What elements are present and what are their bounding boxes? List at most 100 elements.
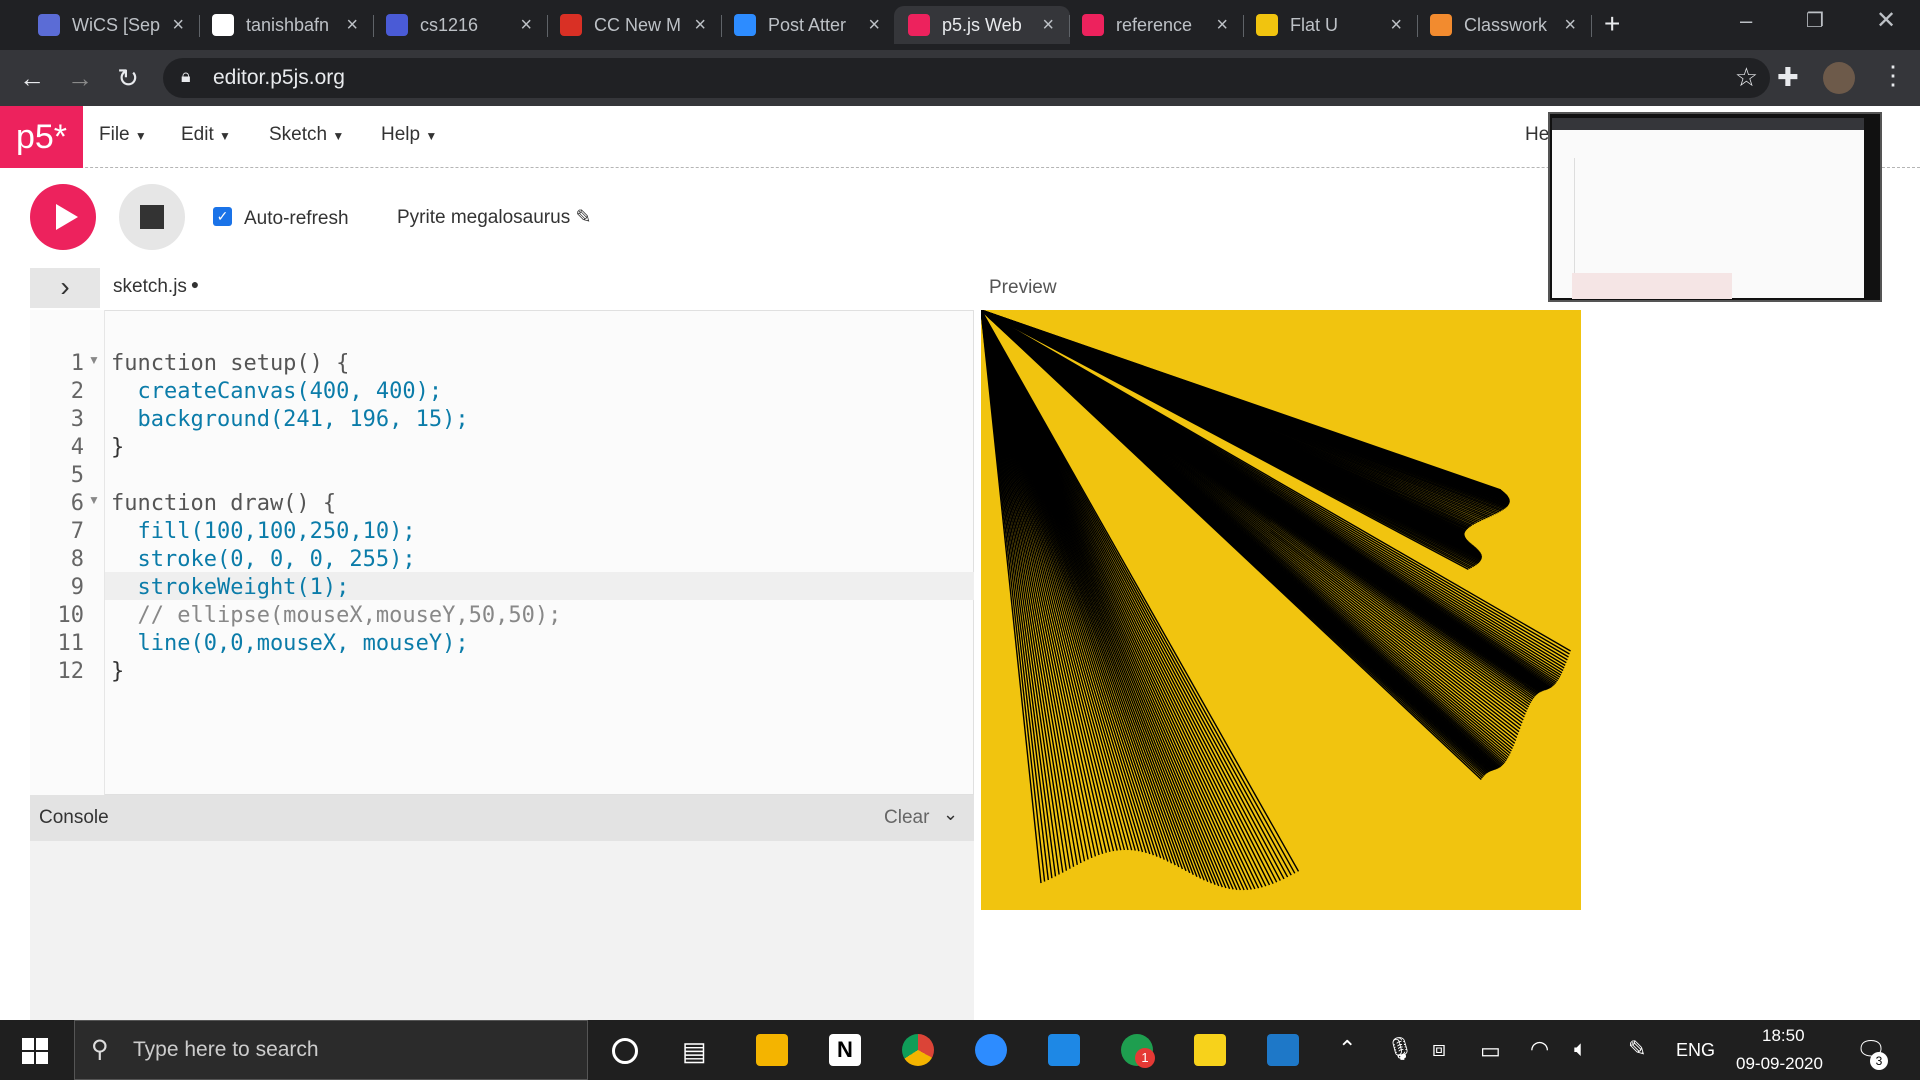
menu-file[interactable]: File ▼ xyxy=(99,124,147,146)
stop-button[interactable] xyxy=(119,184,185,250)
code-line[interactable]: createCanvas(400, 400); xyxy=(111,379,442,404)
wifi-icon[interactable]: ◠ xyxy=(1530,1036,1549,1062)
new-tab-button[interactable]: + xyxy=(1604,10,1634,40)
language-indicator[interactable]: ENG xyxy=(1676,1040,1715,1061)
browser-tab[interactable]: p5.js Web × xyxy=(894,6,1070,44)
browser-tab[interactable]: CC New M × xyxy=(546,6,722,44)
notion-icon[interactable]: N xyxy=(829,1034,861,1066)
window-close-button[interactable]: ✕ xyxy=(1876,6,1896,35)
console-header xyxy=(30,795,974,841)
tab-close-icon[interactable]: × xyxy=(346,14,358,37)
auto-refresh-label: Auto-refresh xyxy=(244,208,349,229)
github-icon xyxy=(212,14,234,36)
chevron-down-icon: ▼ xyxy=(219,129,231,143)
pen-icon[interactable]: ✎ xyxy=(1628,1036,1646,1062)
menu-sketch[interactable]: Sketch ▼ xyxy=(269,124,344,146)
extensions-puzzle-icon[interactable]: ✚ xyxy=(1777,62,1799,93)
tab-label: Classwork xyxy=(1464,14,1548,35)
menu-help[interactable]: Help ▼ xyxy=(381,124,437,146)
sketch-name[interactable]: Pyrite megalosaurus ✎ xyxy=(397,206,591,229)
tab-label: Post Atter xyxy=(768,14,847,35)
zoom-icon[interactable] xyxy=(975,1034,1007,1066)
play-button[interactable] xyxy=(30,184,96,250)
onedrive-icon[interactable]: ⧈ xyxy=(1432,1036,1446,1062)
tab-close-icon[interactable]: × xyxy=(172,14,184,37)
code-line[interactable]: function setup() { xyxy=(111,351,349,376)
browser-tab[interactable]: WiCS [Sep × xyxy=(24,6,200,44)
file-explorer-icon[interactable] xyxy=(756,1034,788,1066)
preview-canvas[interactable] xyxy=(981,310,1581,910)
thumbnail-screen xyxy=(1552,118,1864,299)
code-line[interactable]: strokeWeight(1); xyxy=(111,575,349,600)
menu-edit[interactable]: Edit ▼ xyxy=(181,124,231,146)
tab-close-icon[interactable]: × xyxy=(1390,14,1402,37)
code-line[interactable]: line(0,0,mouseX, mouseY); xyxy=(111,631,468,656)
volume-icon[interactable]: 🔈︎ xyxy=(1574,1036,1587,1062)
tab-close-icon[interactable]: × xyxy=(520,14,532,37)
fold-arrow-icon[interactable]: ▼ xyxy=(88,493,100,507)
clock-time[interactable]: 18:50 xyxy=(1762,1026,1805,1046)
window-restore-button[interactable]: ❐ xyxy=(1806,8,1824,33)
menu-help-truncated[interactable]: He xyxy=(1525,124,1549,146)
code-line[interactable]: } xyxy=(111,659,124,684)
windows-start-icon[interactable] xyxy=(22,1038,48,1064)
play-icon xyxy=(56,204,78,230)
vscode-icon[interactable] xyxy=(1048,1034,1080,1066)
tab-close-icon[interactable]: × xyxy=(1042,14,1054,37)
microphone-icon[interactable]: 🎙︎ xyxy=(1386,1036,1414,1062)
tab-separator xyxy=(1591,15,1592,37)
auto-refresh-checkbox[interactable]: ✓ xyxy=(213,207,232,226)
line-number: 5 xyxy=(70,463,84,488)
browser-tab[interactable]: Flat U × xyxy=(1242,6,1418,44)
clock-date[interactable]: 09-09-2020 xyxy=(1736,1054,1823,1074)
battery-icon[interactable]: ▭ xyxy=(1480,1038,1501,1064)
code-line[interactable]: } xyxy=(111,435,124,460)
browser-tab[interactable]: reference × xyxy=(1068,6,1244,44)
tray-chevron-up-icon[interactable]: ⌃ xyxy=(1338,1036,1356,1062)
screen-share-thumbnail[interactable] xyxy=(1548,112,1882,302)
code-line[interactable]: fill(100,100,250,10); xyxy=(111,519,415,544)
preview-label: Preview xyxy=(989,277,1057,298)
unsaved-dot-icon: ● xyxy=(186,276,200,292)
cortana-icon[interactable] xyxy=(612,1038,638,1064)
bookmark-star-icon[interactable]: ☆ xyxy=(1735,62,1758,93)
console-collapse-chevron-icon[interactable]: ⌄ xyxy=(943,804,958,825)
chevron-down-icon: ▼ xyxy=(332,129,345,143)
tab-close-icon[interactable]: × xyxy=(1564,14,1576,37)
p5-star-icon xyxy=(908,14,930,36)
browser-tab[interactable]: Classwork × xyxy=(1416,6,1592,44)
fold-arrow-icon[interactable]: ▼ xyxy=(88,353,100,367)
forward-arrow-icon[interactable]: → xyxy=(62,60,98,96)
task-view-icon[interactable]: ▤ xyxy=(682,1036,707,1067)
line-number: 1 xyxy=(70,351,84,376)
taskbar-search-input[interactable]: ⚲ Type here to search xyxy=(74,1020,588,1080)
browser-tab[interactable]: cs1216 × xyxy=(372,6,548,44)
file-drawer-toggle[interactable]: › xyxy=(30,268,100,308)
browser-tab[interactable]: tanishbafn × xyxy=(198,6,374,44)
url-text: editor.p5js.org xyxy=(213,66,345,89)
back-arrow-icon[interactable]: ← xyxy=(14,60,50,96)
tab-close-icon[interactable]: × xyxy=(868,14,880,37)
pencil-icon[interactable]: ✎ xyxy=(575,207,591,228)
search-icon: ⚲ xyxy=(91,1036,109,1063)
code-line[interactable]: background(241, 196, 15); xyxy=(111,407,468,432)
tab-label: cs1216 xyxy=(420,14,479,35)
chrome-icon[interactable] xyxy=(902,1034,934,1066)
tab-close-icon[interactable]: × xyxy=(694,14,706,37)
window-minimize-button[interactable]: – xyxy=(1740,8,1752,34)
sticky-notes-icon[interactable] xyxy=(1194,1034,1226,1066)
browser-tab[interactable]: Post Atter × xyxy=(720,6,896,44)
code-line[interactable]: stroke(0, 0, 0, 255); xyxy=(111,547,415,572)
console-clear-button[interactable]: Clear xyxy=(884,807,929,829)
code-line[interactable]: function draw() { xyxy=(111,491,336,516)
profile-avatar[interactable] xyxy=(1823,62,1855,94)
browser-menu-icon[interactable]: ⋮ xyxy=(1880,60,1906,91)
code-line[interactable]: // ellipse(mouseX,mouseY,50,50); xyxy=(111,603,561,628)
flatui-icon xyxy=(1256,14,1278,36)
photos-icon[interactable] xyxy=(1267,1034,1299,1066)
reload-icon[interactable]: ↻ xyxy=(110,60,146,96)
tab-close-icon[interactable]: × xyxy=(1216,14,1228,37)
file-tab[interactable]: sketch.js ● xyxy=(113,276,199,298)
address-bar[interactable]: 🔒︎ editor.p5js.org ☆ xyxy=(163,58,1770,98)
p5-logo[interactable]: p5* xyxy=(0,106,83,168)
